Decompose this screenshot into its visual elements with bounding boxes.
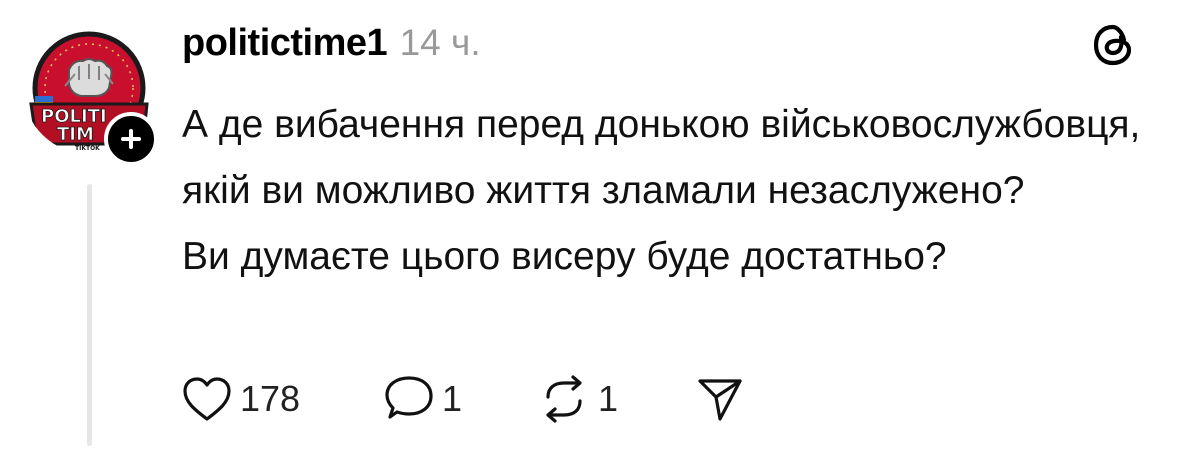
like-button[interactable]: 178 — [182, 372, 300, 426]
thread-post: POLITI TIM TIKTOK politictime1 14 ч. А д… — [0, 0, 1179, 473]
heart-icon — [182, 376, 232, 422]
avatar-brand-text-2: TIM — [57, 124, 94, 145]
post-paragraph: Ви думаєте цього висеру буде достатньо? — [182, 235, 947, 278]
repost-count: 1 — [598, 378, 619, 419]
threads-logo-icon[interactable] — [1088, 20, 1138, 70]
share-button[interactable] — [696, 372, 744, 426]
timestamp: 14 ч. — [399, 22, 481, 63]
post-header: politictime1 14 ч. — [182, 22, 481, 65]
reply-button[interactable]: 1 — [384, 372, 462, 426]
post-body: А де вибачення перед донькою військовосл… — [182, 92, 1162, 290]
reply-count: 1 — [442, 378, 463, 419]
repost-button[interactable]: 1 — [538, 372, 618, 426]
send-icon — [696, 375, 744, 423]
thread-line — [87, 184, 92, 446]
speech-bubble-icon — [384, 375, 434, 423]
post-paragraph: А де вибачення перед донькою військовосл… — [182, 103, 1141, 212]
like-count: 178 — [240, 378, 301, 419]
username[interactable]: politictime1 — [182, 22, 388, 64]
avatar-tiktok-text: TIKTOK — [75, 145, 100, 152]
repost-icon — [538, 375, 590, 423]
follow-button[interactable] — [104, 112, 158, 166]
